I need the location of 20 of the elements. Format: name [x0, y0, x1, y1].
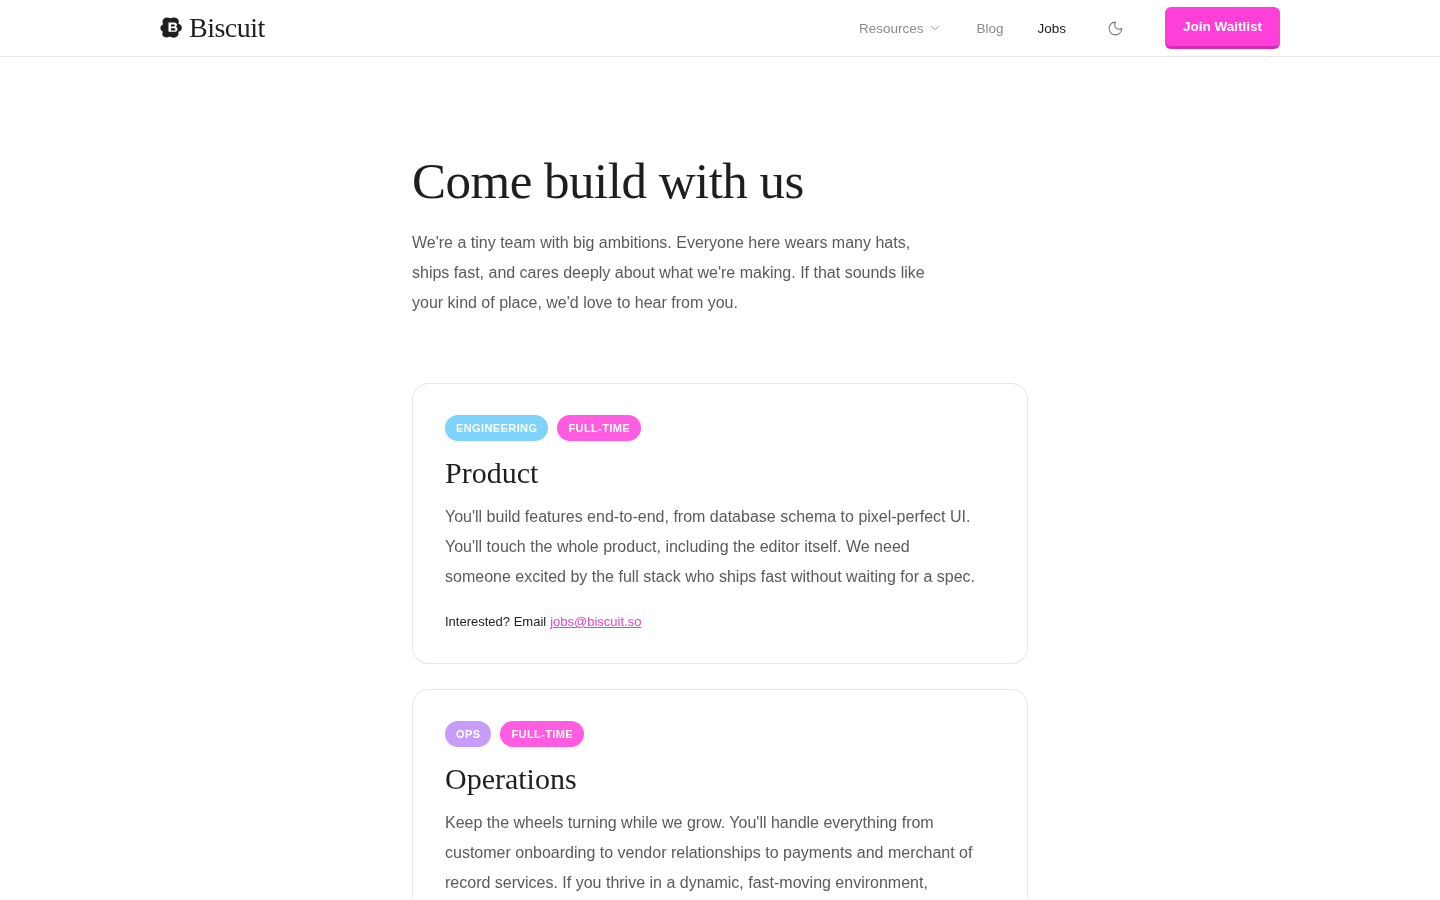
- nav-link[interactable]: Blog: [976, 20, 1004, 36]
- logo-icon: [160, 17, 184, 39]
- moon-icon: [1107, 19, 1124, 37]
- page-title: Come build with us: [412, 153, 805, 210]
- contact-text: Interested? Email: [445, 614, 547, 629]
- job-tag: FULL-TIME: [500, 721, 585, 747]
- job-description: You'll build features end-to-end, from database schema to pixel-perfect UI. You'll touch the whole product, including the editor itself. We need someone excited by the full stack who ships fast without waiting for a spec.: [445, 507, 976, 587]
- job-tag: OPS: [445, 721, 492, 747]
- job-title: Operations: [445, 761, 578, 797]
- intro-text: We're a tiny team with big ambitions. Everyone here wears many hats, ships fast, and cares deeply about what we're making. If that sounds like your kind of place, we'd love to hear from you.: [412, 233, 926, 313]
- email-link[interactable]: jobs@biscuit.so: [550, 614, 642, 629]
- brand-name: Biscuit: [189, 12, 265, 44]
- nav-dropdown[interactable]: Resources: [858, 20, 943, 36]
- job-tag: ENGINEERING: [445, 415, 549, 441]
- theme-toggle-button[interactable]: [1107, 19, 1124, 37]
- job-title: Product: [445, 455, 540, 491]
- job-description: Keep the wheels turning while we grow. You'll handle everything from customer onboarding to vendor relationships to payments and merchant of record services. If you thrive in a dynamic, fast-moving environment,: [445, 813, 974, 893]
- nav-link[interactable]: Jobs: [1037, 20, 1066, 36]
- join-waitlist-button[interactable]: Join Waitlist: [1165, 7, 1280, 49]
- job-tag: FULL-TIME: [557, 415, 642, 441]
